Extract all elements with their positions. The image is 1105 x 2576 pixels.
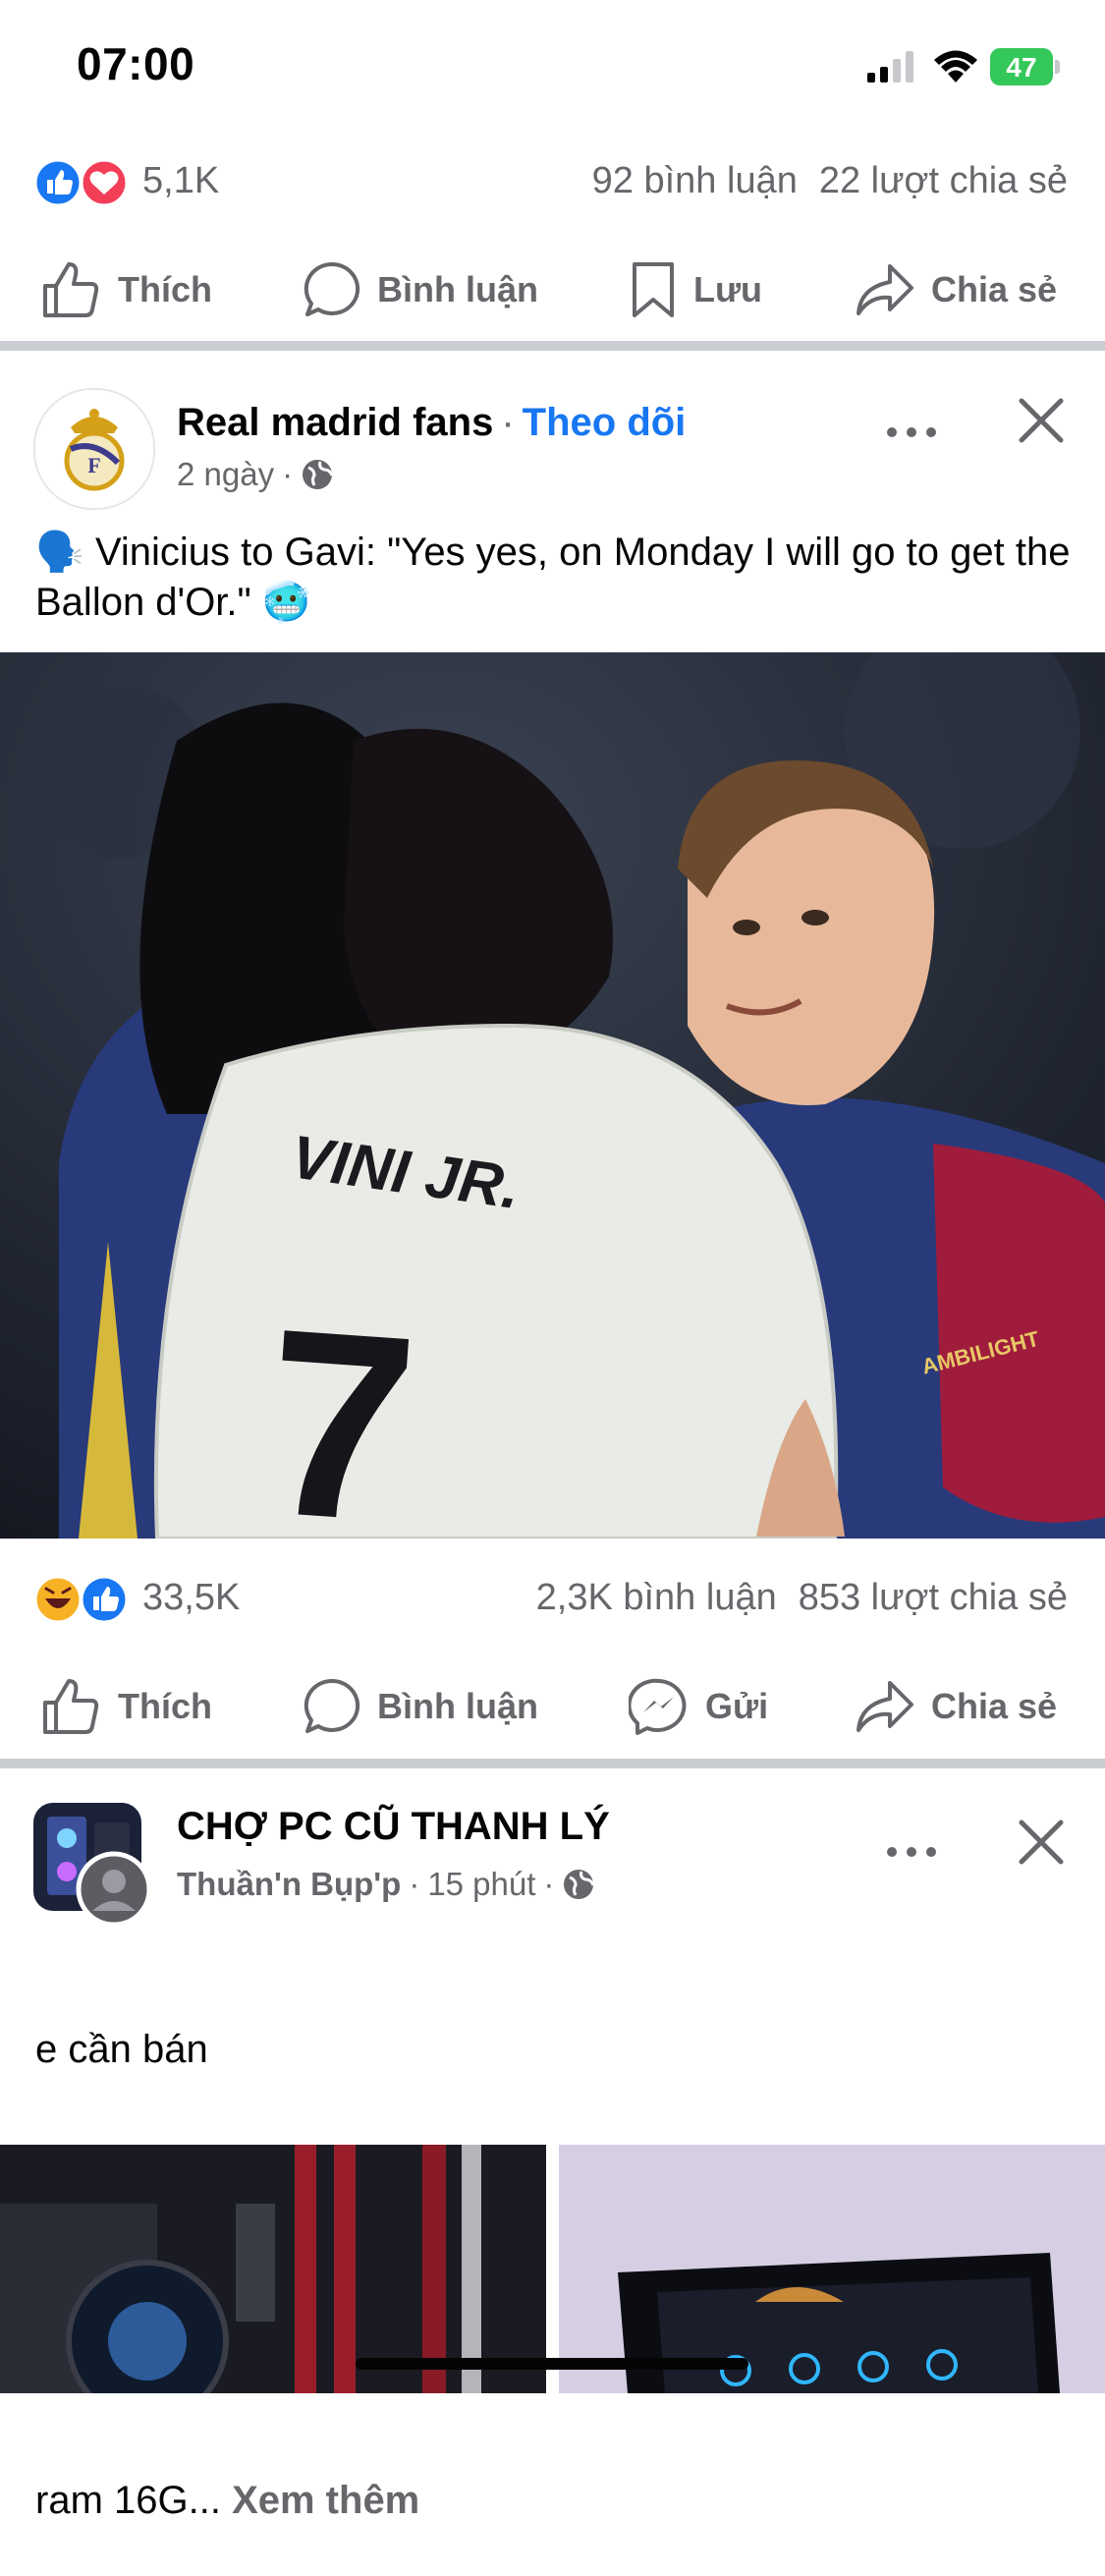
- post1-comment-label: Bình luận: [377, 269, 538, 309]
- share-icon: [856, 264, 913, 315]
- monitor-photo: [559, 2145, 1105, 2393]
- post2-send-button[interactable]: Gửi: [629, 1677, 768, 1736]
- post1-share-count[interactable]: 22 lượt chia sẻ: [819, 160, 1068, 201]
- post1-save-label: Lưu: [693, 269, 763, 309]
- thumbs-up-icon: [43, 1679, 99, 1734]
- battery-cap: [1055, 60, 1060, 74]
- post3-photo-1[interactable]: [0, 2145, 546, 2393]
- post1-engagement-stats: 92 bình luận 22 lượt chia sẻ: [592, 160, 1068, 202]
- post2-page-name[interactable]: Real madrid fans: [177, 401, 493, 444]
- haha-icon: [33, 1575, 83, 1624]
- post1-comment-count[interactable]: 92 bình luận: [592, 160, 798, 201]
- see-more-link[interactable]: Xem thêm: [232, 2479, 419, 2522]
- bookmark-icon: [633, 262, 674, 317]
- status-time: 07:00: [77, 38, 195, 89]
- public-globe-icon: [564, 1870, 595, 1899]
- speaking-head-emoji: 🗣️: [35, 531, 84, 574]
- post3-meta: Thuần'n Bụp'p · 15 phút ·: [177, 1866, 595, 1903]
- meta-separator: ·: [282, 456, 294, 492]
- post2-page-name-line: Real madrid fans · Theo dõi: [177, 401, 686, 445]
- post3-timestamp[interactable]: 15 phút: [427, 1866, 535, 1903]
- public-globe-icon: [303, 460, 334, 489]
- group-avatar[interactable]: [33, 1803, 152, 1928]
- cellular-signal-icon: [867, 51, 913, 83]
- post2-photo[interactable]: AMBILIGHT VINI JR. 7: [0, 652, 1105, 1539]
- status-bar: 07:00 47: [0, 0, 1105, 138]
- post2-stats-row: 33,5K 2,3K bình luận 853 lượt chia sẻ: [0, 1557, 1105, 1636]
- comment-icon: [304, 1678, 360, 1733]
- post3-header: CHỢ PC CŨ THANH LÝ Thuần'n Bụp'p · 15 ph…: [0, 1783, 1105, 1928]
- pc-internals-photo: [0, 2145, 546, 2393]
- post3-photo-2[interactable]: [559, 2145, 1105, 2393]
- post2-action-bar: Thích Bình luận Gửi Chia sẻ: [0, 1655, 1105, 1744]
- post1-reaction-count[interactable]: 5,1K: [142, 160, 219, 202]
- real-madrid-crest-icon: F: [35, 390, 153, 508]
- post2-comment-count[interactable]: 2,3K bình luận: [536, 1577, 777, 1618]
- post2-like-label: Thích: [118, 1686, 212, 1726]
- post3-author[interactable]: Thuần'n Bụp'p: [177, 1866, 401, 1903]
- post3-line: e cần bán: [35, 2028, 208, 2071]
- like-icon: [80, 1575, 129, 1624]
- messenger-icon: [629, 1678, 687, 1735]
- name-separator: ·: [501, 401, 515, 444]
- real-madrid-crest-avatar[interactable]: F: [33, 388, 155, 510]
- post2-meta: 2 ngày ·: [177, 456, 334, 493]
- more-options-icon[interactable]: [882, 1832, 941, 1872]
- vinicius-gavi-photo: AMBILIGHT VINI JR. 7: [0, 652, 1105, 1539]
- post2-send-label: Gửi: [705, 1686, 769, 1726]
- post1-like-label: Thích: [118, 269, 212, 309]
- cold-face-emoji: 🥶: [261, 581, 311, 624]
- post2-caption: 🗣️ Vinicius to Gavi: "Yes yes, on Monday…: [35, 528, 1077, 628]
- post3-line: ram 16G...: [35, 2479, 221, 2522]
- post2-caption-text: Vinicius to Gavi: "Yes yes, on Monday I …: [35, 531, 1071, 624]
- post1-action-bar: Thích Bình luận Lưu Chia sẻ: [0, 239, 1105, 327]
- like-icon: [33, 158, 83, 207]
- battery-level: 47: [1006, 52, 1037, 83]
- post2-share-label: Chia sẻ: [931, 1686, 1058, 1726]
- more-options-icon[interactable]: [882, 413, 941, 452]
- post2-share-count[interactable]: 853 lượt chia sẻ: [799, 1577, 1068, 1618]
- post2-like-button[interactable]: Thích: [41, 1677, 212, 1736]
- post3-line-with-more: ram 16G... Xem thêm: [35, 2476, 1077, 2526]
- close-icon[interactable]: [1012, 1813, 1071, 1872]
- post1-comment-button[interactable]: Bình luận: [303, 260, 538, 319]
- jersey-number-text: 7: [256, 1273, 424, 1539]
- post1-save-button[interactable]: Lưu: [629, 260, 762, 319]
- feed-divider: [0, 1759, 1105, 1768]
- meta-separator: ·: [409, 1866, 420, 1902]
- post2-header: F Real madrid fans · Theo dõi 2 ngày ·: [0, 364, 1105, 510]
- follow-button[interactable]: Theo dõi: [523, 401, 687, 444]
- pc-group-avatar-icon: [33, 1803, 152, 1928]
- post2-engagement-stats: 2,3K bình luận 853 lượt chia sẻ: [536, 1577, 1068, 1619]
- meta-separator: ·: [543, 1866, 555, 1902]
- post3-group-name[interactable]: CHỢ PC CŨ THANH LÝ: [177, 1805, 610, 1849]
- post2-timestamp[interactable]: 2 ngày: [177, 456, 274, 493]
- post1-like-button[interactable]: Thích: [41, 260, 212, 319]
- post2-comment-label: Bình luận: [377, 1686, 538, 1726]
- post1-reaction-icons[interactable]: [33, 158, 132, 207]
- love-icon: [80, 158, 129, 207]
- comment-icon: [304, 261, 360, 316]
- home-indicator[interactable]: [356, 2358, 748, 2370]
- post2-reaction-count[interactable]: 33,5K: [142, 1577, 240, 1619]
- post1-share-label: Chia sẻ: [931, 269, 1058, 309]
- post2-reaction-icons[interactable]: [33, 1575, 132, 1624]
- share-icon: [856, 1681, 913, 1732]
- wifi-icon: [934, 50, 977, 83]
- post2-comment-button[interactable]: Bình luận: [303, 1677, 538, 1736]
- battery-indicator: 47: [990, 48, 1061, 85]
- post1-stats-row: 5,1K 92 bình luận 22 lượt chia sẻ: [0, 140, 1105, 219]
- post2-share-button[interactable]: Chia sẻ: [855, 1677, 1057, 1736]
- close-icon[interactable]: [1012, 391, 1071, 450]
- post1-share-button[interactable]: Chia sẻ: [855, 260, 1057, 319]
- svg-text:F: F: [87, 453, 100, 477]
- feed-divider: [0, 341, 1105, 351]
- thumbs-up-icon: [43, 262, 99, 317]
